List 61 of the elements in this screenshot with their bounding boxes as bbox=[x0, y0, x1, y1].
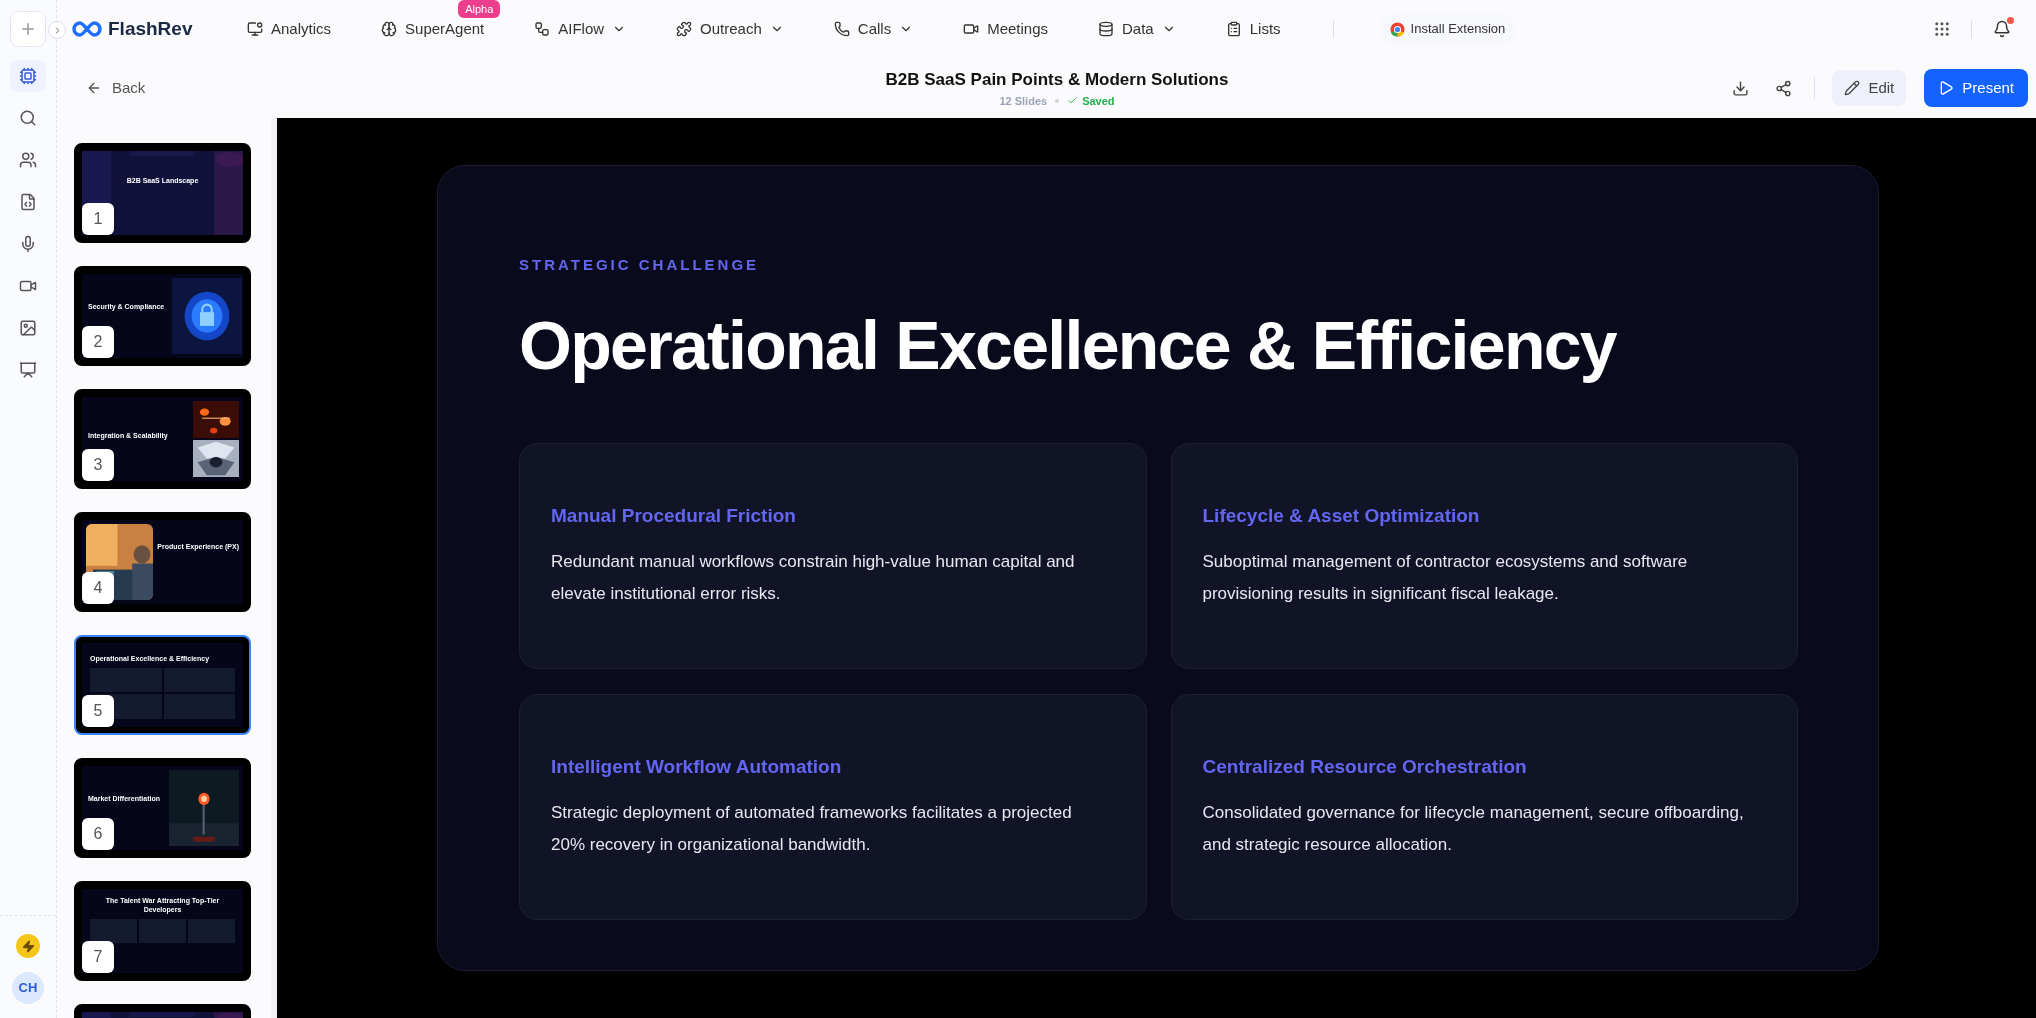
presentation-icon bbox=[19, 361, 37, 379]
slide-number: 4 bbox=[82, 572, 114, 604]
browser-logo-icon bbox=[1389, 21, 1405, 37]
saved-status: Saved bbox=[1082, 93, 1115, 109]
slide-count: 12 Slides bbox=[999, 93, 1048, 109]
apps-grid-icon[interactable] bbox=[1933, 20, 1951, 38]
presentation-title: B2B SaaS Pain Points & Modern Solutions bbox=[885, 69, 1229, 91]
present-button[interactable]: Present bbox=[1924, 69, 2028, 107]
lightning-button[interactable] bbox=[16, 934, 40, 958]
edit-button[interactable]: Edit bbox=[1832, 70, 1907, 106]
nav-item[interactable]: Meetings bbox=[963, 13, 1049, 45]
lightning-icon bbox=[21, 939, 35, 953]
play-icon bbox=[1938, 80, 1955, 96]
chart-icon bbox=[247, 21, 263, 37]
brain-icon bbox=[381, 21, 398, 37]
user-avatar[interactable]: CH bbox=[12, 972, 44, 1004]
thumbnail-card bbox=[90, 918, 137, 943]
card-body: Suboptimal management of contractor ecosystems and software provisioning results in significant fiscal leakage. bbox=[1202, 551, 1689, 605]
slide-number: 5 bbox=[82, 695, 114, 727]
card-title: Centralized Resource Orchestration bbox=[1202, 754, 1528, 779]
microphone-icon bbox=[19, 235, 37, 253]
file-code-icon bbox=[19, 193, 37, 211]
pencil-icon bbox=[1844, 80, 1861, 96]
rail-button[interactable] bbox=[10, 60, 46, 92]
card-body: Consolidated governance for lifecycle management, secure offboarding, and strategic resource allocation. bbox=[1202, 802, 1745, 856]
list-icon bbox=[1225, 21, 1242, 37]
video-icon bbox=[963, 21, 980, 37]
back-link[interactable]: Back bbox=[86, 76, 386, 100]
slide-number: 6 bbox=[82, 818, 114, 850]
card-title: Manual Procedural Friction bbox=[551, 503, 797, 528]
nav-item[interactable]: Analytics bbox=[247, 13, 332, 45]
card-title: Intelligent Workflow Automation bbox=[551, 754, 843, 779]
flow-icon bbox=[534, 21, 551, 37]
search-icon bbox=[19, 109, 37, 127]
database-icon bbox=[1098, 21, 1115, 37]
share-icon bbox=[1774, 79, 1792, 97]
puzzle-icon bbox=[676, 21, 693, 37]
card-body: Redundant manual workflows constrain high-value human capital and elevate institutional error risks. bbox=[551, 551, 1076, 605]
slide-number: 2 bbox=[82, 326, 114, 358]
nav-item[interactable]: Calls bbox=[833, 13, 914, 45]
card-title: Lifecycle & Asset Optimization bbox=[1202, 503, 1481, 528]
slide-number: 7 bbox=[82, 941, 114, 973]
nav-item[interactable]: AIFlow bbox=[534, 13, 627, 45]
phone-icon bbox=[833, 21, 850, 37]
nav-item[interactable]: Outreach bbox=[676, 13, 784, 45]
install-extension-button[interactable]: Install Extension bbox=[1379, 13, 1516, 45]
image-icon bbox=[19, 319, 37, 337]
download-icon bbox=[1731, 79, 1749, 97]
nav-item[interactable]: Data bbox=[1098, 13, 1176, 45]
chip-icon bbox=[19, 67, 37, 85]
slide-number: 1 bbox=[82, 203, 114, 235]
card-body: Strategic deployment of automated frameworks facilitates a projected 20% recovery in organizational bandwidth. bbox=[551, 802, 1073, 856]
logo-icon bbox=[72, 20, 102, 38]
alpha-badge: Alpha bbox=[458, 0, 501, 19]
plus-icon bbox=[19, 20, 37, 38]
slide-eyebrow: STRATEGIC CHALLENGE bbox=[519, 255, 761, 275]
slide-number: 3 bbox=[82, 449, 114, 481]
users-icon bbox=[19, 151, 37, 169]
nav-item[interactable]: Lists bbox=[1225, 13, 1281, 45]
notification-bell-icon[interactable] bbox=[1992, 19, 2012, 39]
brand-name: FlashRev bbox=[108, 16, 193, 41]
